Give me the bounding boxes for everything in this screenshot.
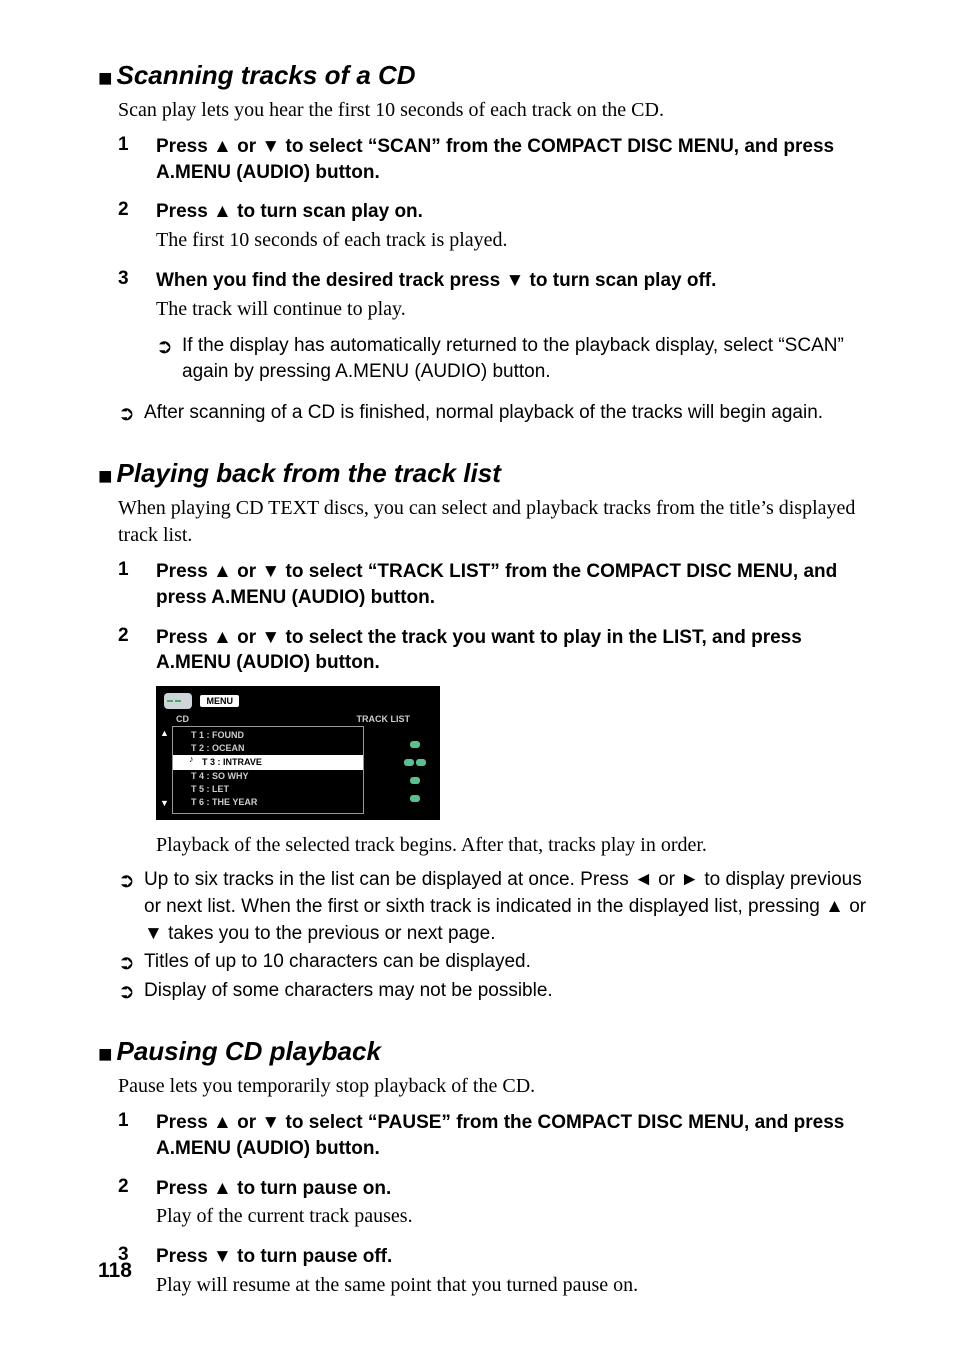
step-number: 2 <box>118 625 129 647</box>
notes-list: Up to six tracks in the list can be disp… <box>118 867 879 1004</box>
step-number: 3 <box>118 268 129 290</box>
track-row: T 1 : FOUND <box>173 729 363 742</box>
step-title: When you find the desired track press ▼ … <box>156 268 879 294</box>
screen-right-label: TRACK LIST <box>357 714 411 724</box>
up-triangle-icon: ▲ <box>213 1112 232 1133</box>
step-body: Play of the current track pauses. <box>156 1203 879 1230</box>
down-triangle-icon: ▼ <box>261 1112 280 1133</box>
step-number: 1 <box>118 134 129 156</box>
step-item: 3 When you find the desired track press … <box>118 268 879 386</box>
screen-left-label: CD <box>176 714 189 724</box>
note-item: After scanning of a CD is finished, norm… <box>118 400 879 427</box>
track-list: T 1 : FOUND T 2 : OCEAN T 3 : INTRAVE T … <box>172 726 364 815</box>
step-body: The track will continue to play. <box>156 296 879 323</box>
figure-caption: Playback of the selected track begins. A… <box>156 834 879 857</box>
up-triangle-icon: ▲ <box>213 201 232 222</box>
note-item: Titles of up to 10 characters can be dis… <box>118 949 879 976</box>
step-number: 2 <box>118 199 129 221</box>
menu-chip: MENU <box>200 695 239 707</box>
step-item: 1 Press ▲ or ▼ to select “SCAN” from the… <box>118 134 879 185</box>
step-item: 2 Press ▲ to turn pause on. Play of the … <box>118 1176 879 1231</box>
section-title: Scanning tracks of a CD <box>117 60 416 91</box>
section-heading-scanning: ■ Scanning tracks of a CD <box>98 60 879 91</box>
step-body: Play will resume at the same point that … <box>156 1272 879 1299</box>
step-title: Press ▲ or ▼ to select “PAUSE” from the … <box>156 1110 879 1161</box>
section-intro: Scan play lets you hear the first 10 sec… <box>118 97 879 124</box>
notes-list: After scanning of a CD is finished, norm… <box>118 400 879 427</box>
track-row: T 4 : SO WHY <box>173 770 363 783</box>
up-triangle-icon: ▲ <box>213 136 232 157</box>
step-item: 2 Press ▲ to turn scan play on. The firs… <box>118 199 879 254</box>
step-title: Press ▲ or ▼ to select the track you wan… <box>156 625 879 676</box>
down-triangle-icon: ▼ <box>261 136 280 157</box>
down-triangle-icon: ▼ <box>213 1246 232 1267</box>
up-triangle-icon: ▲ <box>213 627 232 648</box>
step-body: The first 10 seconds of each track is pl… <box>156 227 879 254</box>
tracklist-screenshot: MENU CD TRACK LIST ▲ ▼ T 1 : FOUND T 2 :… <box>156 686 440 821</box>
square-bullet-icon: ■ <box>98 67 113 91</box>
scroll-down-icon: ▼ <box>160 798 169 808</box>
track-row-selected: T 3 : INTRAVE <box>173 755 363 769</box>
section-title: Pausing CD playback <box>117 1036 381 1067</box>
steps-list: 1 Press ▲ or ▼ to select “TRACK LIST” fr… <box>118 559 879 820</box>
remote-pad-icon <box>398 736 432 808</box>
section-heading-pausing: ■ Pausing CD playback <box>98 1036 879 1067</box>
up-triangle-icon: ▲ <box>213 561 232 582</box>
note-item: Display of some characters may not be po… <box>118 978 879 1005</box>
step-item: 3 Press ▼ to turn pause off. Play will r… <box>118 1244 879 1299</box>
music-note-icon <box>191 756 199 765</box>
step-title: Press ▲ or ▼ to select “SCAN” from the C… <box>156 134 879 185</box>
track-row: T 6 : THE YEAR <box>173 796 363 809</box>
down-triangle-icon: ▼ <box>261 561 280 582</box>
step-item: 2 Press ▲ or ▼ to select the track you w… <box>118 625 879 821</box>
device-icon <box>164 693 192 709</box>
square-bullet-icon: ■ <box>98 465 113 489</box>
track-row: T 2 : OCEAN <box>173 742 363 755</box>
step-number: 1 <box>118 559 129 581</box>
square-bullet-icon: ■ <box>98 1043 113 1067</box>
track-row: T 5 : LET <box>173 783 363 796</box>
step-number: 1 <box>118 1110 129 1132</box>
scroll-up-icon: ▲ <box>160 728 169 738</box>
steps-list: 1 Press ▲ or ▼ to select “SCAN” from the… <box>118 134 879 386</box>
step-item: 1 Press ▲ or ▼ to select “PAUSE” from th… <box>118 1110 879 1161</box>
section-heading-tracklist: ■ Playing back from the track list <box>98 458 879 489</box>
step-number: 2 <box>118 1176 129 1198</box>
section-intro: Pause lets you temporarily stop playback… <box>118 1073 879 1100</box>
up-triangle-icon: ▲ <box>213 1178 232 1199</box>
down-triangle-icon: ▼ <box>261 627 280 648</box>
step-title: Press ▲ or ▼ to select “TRACK LIST” from… <box>156 559 879 610</box>
step-item: 1 Press ▲ or ▼ to select “TRACK LIST” fr… <box>118 559 879 610</box>
section-intro: When playing CD TEXT discs, you can sele… <box>118 495 879 549</box>
section-title: Playing back from the track list <box>117 458 501 489</box>
step-title: Press ▼ to turn pause off. <box>156 1244 879 1270</box>
page-number: 118 <box>98 1259 132 1283</box>
note-item: If the display has automatically returne… <box>156 333 879 386</box>
step-title: Press ▲ to turn scan play on. <box>156 199 879 225</box>
note-item: Up to six tracks in the list can be disp… <box>118 867 879 947</box>
steps-list: 1 Press ▲ or ▼ to select “PAUSE” from th… <box>118 1110 879 1299</box>
step-title: Press ▲ to turn pause on. <box>156 1176 879 1202</box>
down-triangle-icon: ▼ <box>505 270 524 291</box>
